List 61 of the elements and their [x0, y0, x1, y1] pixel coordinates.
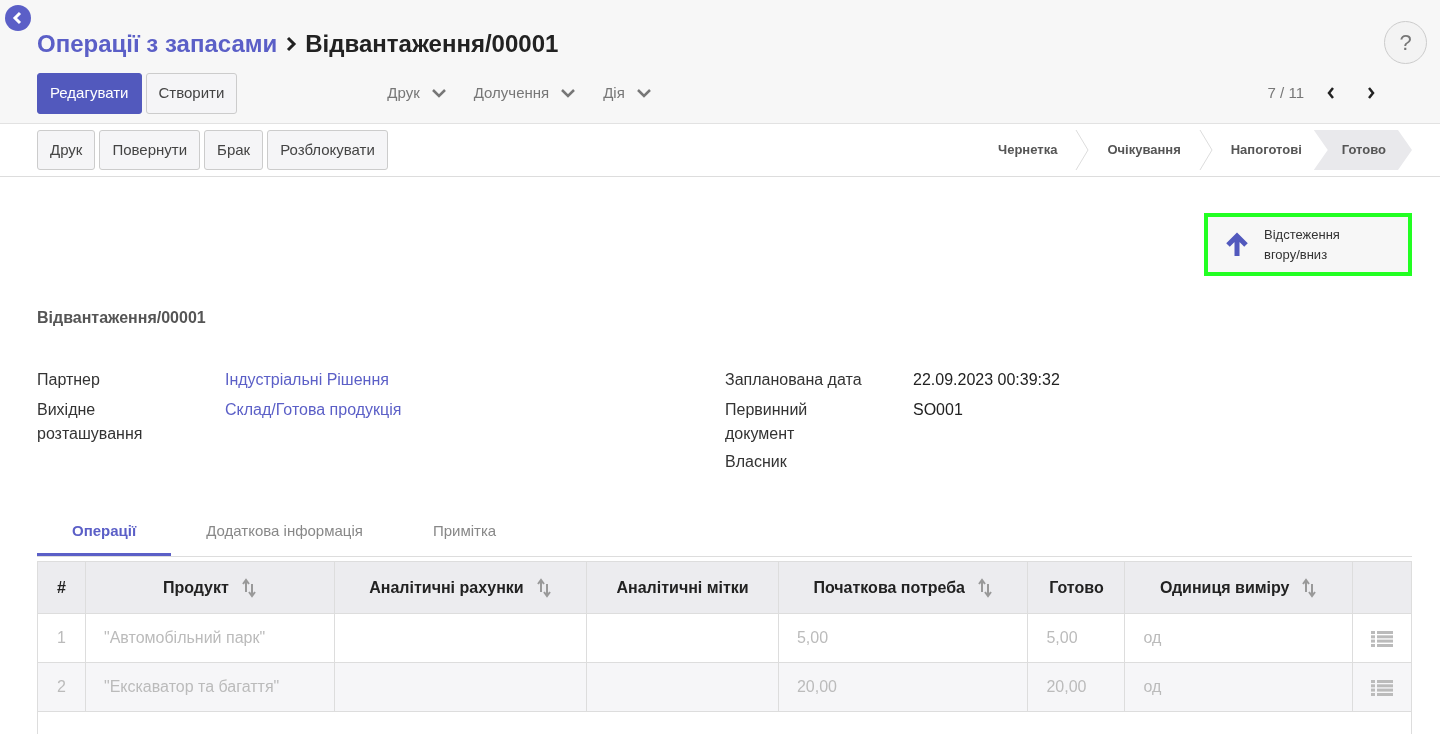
stage-divider-icon — [1198, 130, 1213, 170]
table-cell: 20,00 — [1046, 678, 1087, 695]
list-icon[interactable] — [1371, 630, 1393, 647]
column-header[interactable]: Продукт — [85, 561, 335, 614]
dropdown-button[interactable]: Долучення — [473, 82, 576, 105]
column-header[interactable]: Аналітичні рахунки — [334, 561, 587, 614]
dropdown-button[interactable]: Друк — [387, 82, 446, 105]
sort-icon[interactable] — [535, 578, 552, 599]
column-header[interactable]: Одиниця виміру — [1124, 561, 1353, 614]
field-label: Вихідне розташування — [37, 400, 144, 444]
field-label: Первинний документ — [725, 400, 809, 444]
table-cell: 1 — [57, 629, 66, 646]
table-cell: 5,00 — [796, 629, 829, 646]
action-button[interactable]: Повернути — [99, 129, 201, 171]
status-stage[interactable]: Готово — [1313, 130, 1412, 170]
arrow-up-icon — [1224, 231, 1250, 258]
previous-icon[interactable] — [1326, 86, 1336, 101]
help-button[interactable]: ? — [1384, 21, 1427, 64]
breadcrumb-link[interactable]: Операції з запасами — [37, 26, 278, 62]
field-label: Власник — [725, 452, 788, 472]
dropdown-button[interactable]: Дія — [603, 82, 651, 105]
table-cell: 20,00 — [796, 678, 837, 695]
table-cell: "Автомобільний парк" — [104, 629, 266, 646]
field-label: Партнер — [37, 370, 101, 390]
field-value: SO001 — [913, 400, 963, 420]
tab[interactable]: Примітка — [397, 510, 532, 556]
action-button[interactable]: Розблокувати — [267, 129, 388, 171]
sort-icon[interactable] — [977, 578, 993, 599]
caret-icon — [561, 88, 576, 98]
table-cell: 5,00 — [1046, 629, 1078, 646]
column-header: Готово — [1027, 561, 1125, 614]
column-header: Аналітичні мітки — [586, 561, 779, 614]
caret-icon — [636, 88, 651, 98]
tab[interactable]: Операції — [37, 510, 172, 556]
field-link[interactable]: Склад/Готова продукція — [225, 401, 402, 418]
table-cell: "Екскаватор та багаття" — [104, 678, 280, 695]
tab[interactable]: Додаткова інформація — [171, 510, 398, 556]
sort-icon[interactable] — [240, 578, 257, 599]
back-button[interactable] — [5, 5, 31, 31]
sort-icon[interactable] — [1301, 578, 1318, 599]
caret-icon — [431, 88, 446, 98]
pager-counter: 7 / 11 — [1267, 83, 1304, 103]
stage-divider-icon — [1075, 130, 1090, 170]
edit-button[interactable]: Редагувати — [37, 73, 142, 114]
column-header: # — [37, 561, 86, 614]
record-title: Відвантаження/00001 — [37, 308, 207, 328]
table-cell: од — [1143, 629, 1162, 646]
field-value: 22.09.2023 00:39:32 — [913, 370, 1060, 390]
table-cell: 2 — [57, 678, 66, 695]
create-button[interactable]: Створити — [145, 73, 238, 114]
traceability-button[interactable]: Відстеження вгору/вниз — [1204, 213, 1412, 276]
field-link[interactable]: Індустріальні Рішення — [225, 371, 389, 388]
page-title: Відвантаження/00001 — [305, 29, 559, 59]
action-button[interactable]: Друк — [37, 129, 96, 171]
chevron-icon — [285, 36, 298, 52]
next-icon[interactable] — [1366, 86, 1376, 101]
table-cell: од — [1143, 678, 1162, 695]
column-header[interactable]: Початкова потреба — [778, 561, 1028, 614]
field-label: Запланована дата — [725, 370, 863, 390]
list-icon[interactable] — [1371, 679, 1393, 696]
action-button[interactable]: Брак — [204, 129, 264, 171]
